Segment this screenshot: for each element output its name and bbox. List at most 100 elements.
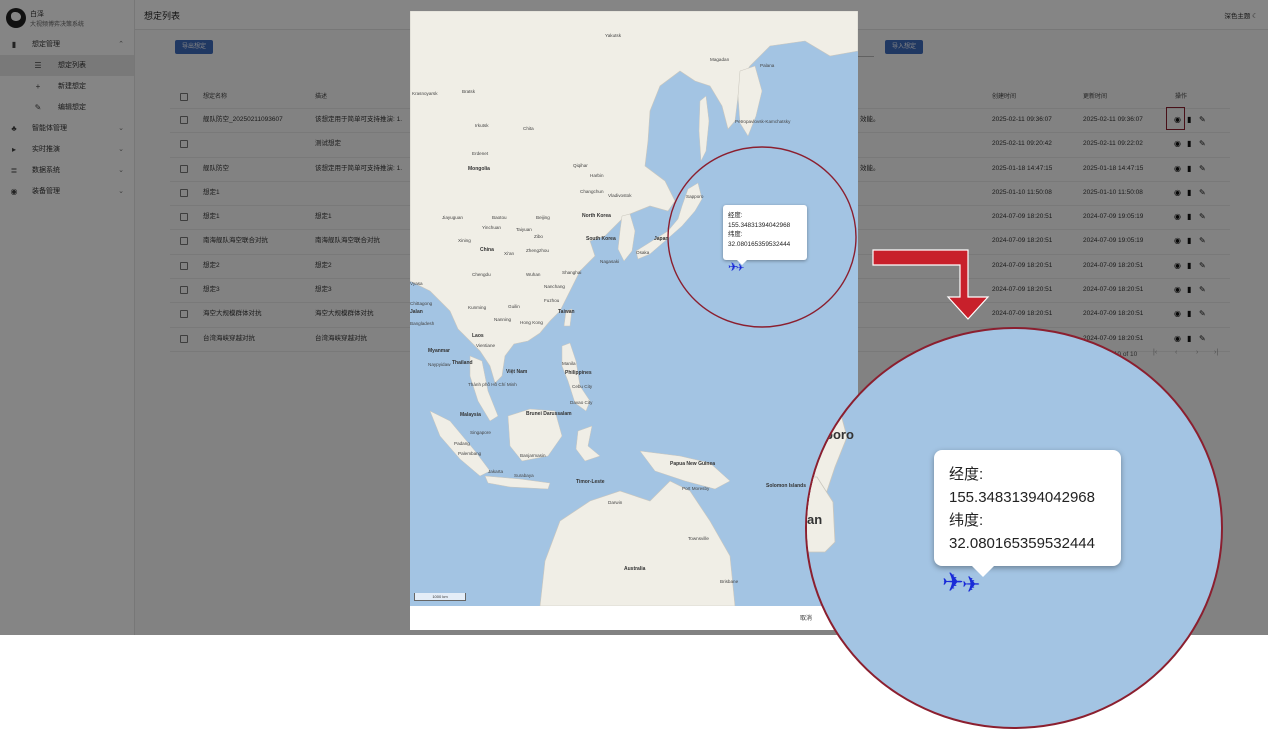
map-place-label: Baotou: [492, 215, 507, 220]
zoom-longitude-value: 155.34831394042968: [949, 489, 1095, 506]
map-place-label: Philippines: [565, 370, 592, 376]
map-place-label: North Korea: [582, 213, 611, 219]
map-place-label: Banjarmasin: [520, 453, 546, 458]
map-place-label: Vyasa: [410, 281, 423, 286]
map-place-label: Osaka: [636, 250, 650, 255]
longitude-value: 155.34831394042968: [728, 221, 791, 229]
map-place-label: Chittagong: [410, 301, 433, 306]
map-place-label: South Korea: [586, 236, 616, 242]
map-place-label: Myanmar: [428, 348, 450, 354]
latitude-label: 纬度:: [728, 231, 743, 238]
map-place-label: Sapporo: [686, 194, 704, 199]
map-place-label: Beijing: [536, 215, 550, 220]
land-new-guinea: [639, 450, 731, 490]
map-place-label: Irkutsk: [475, 123, 489, 128]
aircraft-marker-icon[interactable]: ✈: [736, 263, 744, 275]
map-place-label: Guilin: [508, 304, 520, 309]
map-place-label: Yinchuan: [482, 225, 501, 230]
map-place-label: Bratsk: [462, 89, 476, 94]
map-place-label: Timor-Leste: [576, 479, 605, 485]
map-place-label: Jalan: [410, 309, 423, 315]
map-place-label: Krasnoyarsk: [412, 91, 438, 96]
land-kamchatka: [737, 65, 763, 137]
map-place-label: Malaysia: [460, 412, 481, 418]
map-place-label: Fuzhou: [544, 298, 560, 303]
map-place-label: Surabaya: [514, 473, 534, 478]
map-place-label: Zhengzhou: [526, 248, 549, 253]
longitude-label: 经度:: [728, 212, 743, 219]
map-place-label: Xining: [458, 238, 471, 243]
zoom-coordinate-popup: 经度: 155.34831394042968 纬度: 32.0801653595…: [934, 450, 1121, 577]
map-place-label: Thành phố Hồ Chí Minh: [468, 382, 517, 387]
land-asia: [410, 11, 858, 384]
zoom-map-label: an: [807, 512, 823, 527]
map-place-label: Taiyuan: [516, 227, 532, 232]
map-place-label: Petropavlovsk-Kamchatsky: [735, 119, 791, 124]
map-place-label: Chengdu: [472, 272, 491, 277]
map-place-label: Thailand: [452, 360, 473, 366]
map-place-label: Papua New Guinea: [670, 461, 716, 467]
map-place-label: Qiqihar: [573, 163, 588, 168]
map-place-label: Brunei Darussalam: [526, 411, 572, 417]
map-place-label: Laos: [472, 333, 484, 339]
zoom-longitude-label: 经度:: [949, 466, 984, 483]
map-place-label: Wuhan: [526, 272, 541, 277]
land-sulawesi: [575, 425, 601, 462]
map-scale-bar: 1000 km: [414, 593, 466, 601]
zoom-latitude-label: 纬度:: [949, 512, 984, 529]
map-place-label: Kunming: [468, 305, 487, 310]
map-place-label: Mongolia: [468, 166, 490, 172]
map-place-label: Xi'an: [504, 251, 515, 256]
map-place-label: Magadan: [710, 57, 730, 62]
map-place-label: Taiwan: [558, 309, 575, 315]
map-place-label: Manila: [562, 361, 576, 366]
map-place-label: Cebu City: [572, 384, 593, 389]
map-place-label: China: [480, 247, 494, 253]
map-place-label: Vladivostok: [608, 193, 632, 198]
map-place-label: Palana: [760, 63, 775, 68]
map-place-label: Jiayuguan: [442, 215, 463, 220]
land-korea: [617, 213, 636, 262]
map-place-label: Hong Kong: [520, 320, 543, 325]
map-place-label: Jakarta: [488, 469, 504, 474]
map-place-label: Việt Nam: [506, 369, 528, 375]
map-place-label: Davao City: [570, 400, 593, 405]
dialog-footer: 取消: [410, 606, 858, 630]
map-place-label: Naypyidaw: [428, 362, 451, 367]
latitude-value: 32.080165359532444: [728, 240, 791, 248]
callout-arrow: [872, 249, 990, 320]
zoom-latitude-value: 32.080165359532444: [949, 535, 1095, 552]
map-place-label: Palembang: [458, 451, 482, 456]
map-place-label: Bangladesh: [410, 321, 435, 326]
map-place-label: Darwin: [608, 500, 623, 505]
coordinate-popup: 经度: 155.34831394042968 纬度: 32.0801653595…: [723, 205, 807, 265]
map-place-label: Townsville: [688, 536, 709, 541]
map-place-label: Shanghai: [562, 270, 582, 275]
map-place-label: Erdenet: [472, 151, 489, 156]
zoom-callout-circle: poro an 经度: 155.34831394042968 纬度: 32.08…: [805, 327, 1223, 729]
land-sakhalin: [698, 95, 710, 162]
map-place-label: Changchun: [580, 189, 604, 194]
map-place-label: Brisbane: [720, 579, 739, 584]
map-place-label: Chita: [523, 126, 534, 131]
arrow-shape: [872, 249, 990, 320]
map-place-label: Solomon Islands: [766, 483, 807, 489]
map-view[interactable]: Yakutsk Magadan Palana Krasnoyarsk Bratsk Irk…: [410, 11, 858, 606]
map-place-label: Vientiane: [476, 343, 496, 348]
map-place-label: Japan: [654, 236, 669, 242]
map-place-label: Nagasaki: [600, 259, 620, 264]
map-place-label: Port Moresby: [682, 486, 710, 491]
zoom-map-label: poro: [825, 427, 854, 442]
land-australia: [539, 480, 736, 606]
map-place-label: Australia: [624, 566, 646, 572]
zoom-aircraft-icon: ✈: [962, 572, 981, 597]
map-place-label: Zibo: [534, 234, 543, 239]
map-place-label: Singapore: [470, 430, 491, 435]
zoom-aircraft-icon: ✈: [942, 567, 964, 597]
map-place-label: Padang: [454, 441, 470, 446]
map-dialog: Yakutsk Magadan Palana Krasnoyarsk Bratsk Irk…: [410, 11, 858, 630]
map-place-label: Harbin: [590, 173, 604, 178]
map-place-label: Yakutsk: [605, 33, 621, 38]
map-place-label: Nanning: [494, 317, 512, 322]
map-place-label: Nanchang: [544, 284, 565, 289]
